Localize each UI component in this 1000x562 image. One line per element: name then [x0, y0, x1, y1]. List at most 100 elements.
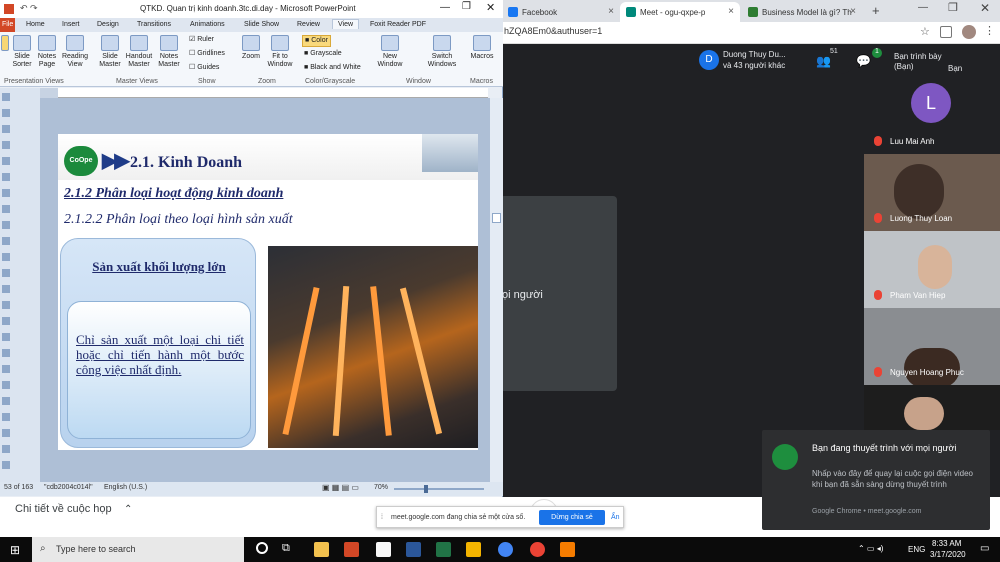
guides-checkbox[interactable]: ☐ Guides	[189, 64, 219, 72]
thumbnail-strip	[2, 93, 10, 473]
zoom-thumb[interactable]	[424, 485, 428, 493]
participant-tile[interactable]: Nguyen Hoang Phuc	[864, 308, 1000, 385]
grayscale-button[interactable]: ■ Grayscale	[304, 50, 342, 58]
tab-transitions[interactable]: Transitions	[137, 21, 171, 28]
vertical-scrollbar[interactable]	[490, 98, 503, 482]
slide-sorter-button[interactable]: Slide Sorter	[12, 35, 32, 69]
participant-tile[interactable]: L Luu Mai Anh	[864, 77, 1000, 154]
close-icon[interactable]: ×	[728, 6, 734, 17]
people-icon[interactable]: 👥	[816, 54, 831, 68]
tab-meet[interactable]: Meet - ogu-qxpe-p ×	[620, 2, 740, 22]
black-white-button[interactable]: ■ Black and White	[304, 64, 361, 72]
participant-tile[interactable]	[864, 385, 1000, 430]
scroll-thumb[interactable]	[492, 213, 501, 223]
chat-icon[interactable]: 💬	[856, 54, 871, 68]
meeting-details-button[interactable]: Chi tiết về cuộc họp	[15, 503, 112, 515]
notification-icon[interactable]: ▭	[980, 543, 989, 554]
hide-button[interactable]: Ẩn	[611, 514, 620, 521]
ruler-checkbox[interactable]: ☑ Ruler	[189, 36, 214, 44]
clock-time[interactable]: 8:33 AM	[932, 539, 961, 548]
chrome-profile-icon[interactable]	[530, 542, 545, 557]
fit-to-window-button[interactable]: Fit to Window	[265, 35, 295, 69]
handout-master-button[interactable]: Handout Master	[124, 35, 154, 69]
slide-master-button[interactable]: Slide Master	[98, 35, 122, 69]
minimize-button[interactable]: —	[440, 2, 450, 13]
video-feed	[904, 348, 960, 385]
gridlines-checkbox[interactable]: ☐ Gridlines	[189, 50, 225, 58]
cortana-icon[interactable]	[256, 542, 268, 554]
word-icon[interactable]	[406, 542, 421, 557]
clock-date[interactable]: 3/17/2020	[930, 550, 966, 559]
label: Guides	[197, 64, 220, 71]
participant-tile[interactable]: Luong Thuy Loan	[864, 154, 1000, 231]
excel-icon[interactable]	[436, 542, 451, 557]
search-icon: ⌕	[40, 543, 46, 554]
tab-design[interactable]: Design	[97, 21, 119, 28]
taskbar-search[interactable]: ⌕ Type here to search	[32, 537, 244, 562]
notes-page-button[interactable]: Notes Page	[36, 35, 58, 69]
drag-handle-icon[interactable]: ⁞	[381, 514, 383, 521]
macros-button[interactable]: Macros	[468, 35, 496, 61]
thumbnail-pane[interactable]	[0, 88, 40, 483]
app-icon[interactable]	[466, 542, 481, 557]
close-window-button[interactable]: ✕	[980, 1, 990, 15]
avatar[interactable]	[962, 25, 976, 39]
tab-foxit[interactable]: Foxit Reader PDF	[370, 21, 426, 28]
zoom-slider[interactable]	[394, 485, 484, 493]
file-tab[interactable]: File	[0, 18, 15, 32]
view-buttons-icon[interactable]: ▣ ▦ ▤ ▭	[322, 483, 359, 492]
chevron-up-icon[interactable]: ⌃	[124, 504, 132, 515]
notes-master-button[interactable]: Notes Master	[156, 35, 182, 69]
file-explorer-icon[interactable]	[314, 542, 329, 557]
close-icon[interactable]: ×	[850, 6, 856, 17]
close-icon[interactable]: ×	[608, 6, 614, 17]
tab-home[interactable]: Home	[26, 21, 45, 28]
address-bar[interactable]: hZQA8Em0&authuser=1 ☆ ⋮	[500, 22, 1000, 44]
url-text[interactable]: hZQA8Em0&authuser=1	[504, 26, 602, 36]
tray-icons[interactable]: ⌃ ▭ ◂)	[858, 544, 883, 553]
switch-windows-button[interactable]: Switch Windows	[425, 35, 459, 69]
minimize-button[interactable]: —	[918, 2, 928, 13]
app-icon-2[interactable]	[560, 542, 575, 557]
color-button[interactable]: ■ Color	[302, 35, 331, 47]
close-window-button[interactable]: ✕	[486, 1, 495, 14]
normal-button[interactable]	[0, 35, 10, 53]
taskbar: ⊞ ⌕ Type here to search ⧉ ⌃ ▭ ◂) ENG 8:3…	[0, 537, 1000, 562]
chrome-icon[interactable]	[498, 542, 513, 557]
participant-name: Nguyen Hoang Phuc	[890, 368, 964, 377]
undo-icon[interactable]: ↶ ↷	[20, 3, 38, 14]
new-tab-button[interactable]: +	[872, 3, 880, 18]
store-icon[interactable]	[376, 542, 391, 557]
extension-icon[interactable]	[940, 26, 952, 38]
tab-business-model[interactable]: Business Model là gì? Th ×	[742, 2, 862, 22]
maximize-button[interactable]: ❐	[948, 1, 958, 14]
tab-facebook[interactable]: Facebook ×	[502, 2, 620, 22]
label: Macros	[470, 53, 494, 60]
new-window-button[interactable]: New Window	[375, 35, 405, 69]
maximize-button[interactable]: ❐	[462, 1, 471, 12]
hot-steel-bar	[332, 285, 350, 437]
tab-view[interactable]: View	[332, 19, 360, 29]
group-label: Window	[406, 78, 431, 85]
slide[interactable]: CoOpe ▶▶ 2.1. Kinh Doanh 2.1.2 Phân loại…	[58, 134, 478, 450]
windows-start-icon[interactable]: ⊞	[10, 543, 20, 557]
powerpoint-taskbar-icon[interactable]	[344, 542, 359, 557]
tab-insert[interactable]: Insert	[62, 21, 80, 28]
presenting-notification[interactable]: Bạn đang thuyết trình với mọi người Nhấp…	[762, 430, 990, 530]
reading-view-button[interactable]: Reading View	[61, 35, 89, 69]
language-indicator[interactable]: ENG	[908, 545, 925, 554]
task-view-icon[interactable]: ⧉	[282, 542, 290, 555]
tab-label: Facebook	[522, 8, 558, 17]
star-icon[interactable]: ☆	[920, 25, 930, 38]
zoom-level[interactable]: 70%	[374, 484, 388, 491]
tab-animations[interactable]: Animations	[190, 21, 225, 28]
participant-tile[interactable]: Pham Van Hiep	[864, 231, 1000, 308]
menu-icon[interactable]: ⋮	[984, 24, 995, 37]
notification-body: Nhấp vào đây để quay lại cuộc gọi điện v…	[812, 469, 973, 489]
zoom-button[interactable]: Zoom	[240, 35, 262, 61]
stop-sharing-button[interactable]: Dừng chia sẻ	[539, 510, 605, 525]
tab-review[interactable]: Review	[297, 21, 320, 28]
slide-subheading-2: 2.1.2.2 Phân loại theo loại hình sản xuấ…	[64, 212, 293, 227]
tab-slide-show[interactable]: Slide Show	[244, 21, 279, 28]
language[interactable]: English (U.S.)	[104, 484, 147, 491]
